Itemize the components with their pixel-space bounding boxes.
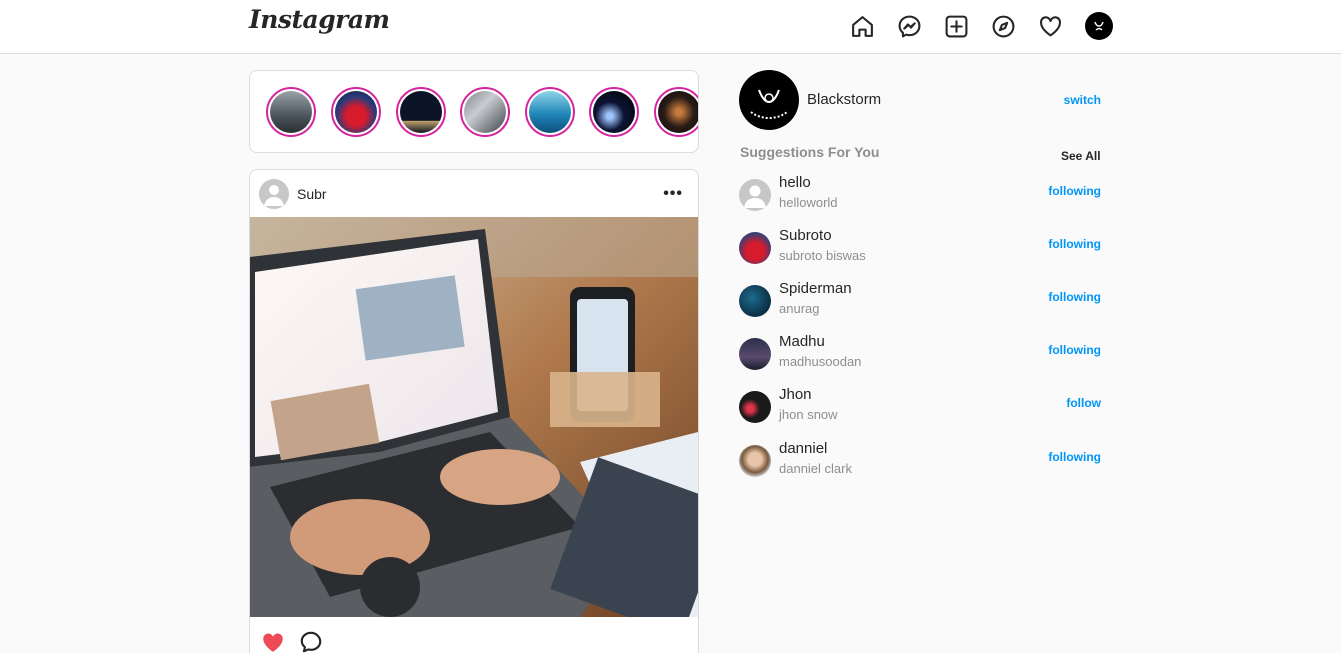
suggestion-subtitle: anurag [779,301,820,316]
suggestion-row: Subroto subroto biswas following [739,227,1101,271]
suggestion-subtitle: jhon snow [779,407,838,422]
profile-avatar[interactable] [1085,12,1113,40]
post-image[interactable] [250,217,698,617]
suggestion-name[interactable]: Spiderman [779,280,852,297]
post-header: Subr ••• [250,170,698,217]
post-avatar[interactable] [259,178,289,209]
comment-icon[interactable] [298,629,324,653]
suggestion-avatar[interactable] [739,338,771,370]
current-user-name[interactable]: Blackstorm [807,91,881,108]
suggestion-avatar[interactable] [739,445,771,477]
current-user-avatar[interactable] [739,70,799,130]
like-heart-icon[interactable] [260,629,286,653]
follow-toggle-button[interactable]: following [1048,290,1101,304]
follow-toggle-button[interactable]: follow [1066,396,1101,410]
story-item[interactable] [396,87,446,137]
heart-icon[interactable] [1038,14,1063,39]
suggestion-row: Madhu madhusoodan following [739,333,1101,377]
follow-toggle-button[interactable]: following [1048,450,1101,464]
story-item[interactable] [266,87,316,137]
suggestion-row: Jhon jhon snow follow [739,386,1101,430]
switch-account-button[interactable]: switch [1064,93,1101,107]
suggestion-row: hello helloworld following [739,174,1101,218]
suggestion-name[interactable]: Jhon [779,386,812,403]
suggestion-name[interactable]: hello [779,174,811,191]
story-item[interactable] [460,87,510,137]
nav-icons [850,12,1113,40]
story-item[interactable] [525,87,575,137]
suggestion-name[interactable]: Madhu [779,333,825,350]
story-item[interactable] [589,87,639,137]
messenger-icon[interactable] [897,14,922,39]
suggestion-name[interactable]: Subroto [779,227,832,244]
new-post-icon[interactable] [944,14,969,39]
follow-toggle-button[interactable]: following [1048,184,1101,198]
post-actions [250,617,698,653]
suggestion-avatar[interactable] [739,285,771,317]
suggestion-subtitle: helloworld [779,195,838,210]
current-user-card: Blackstorm switch [739,70,1101,130]
suggestion-row: danniel danniel clark following [739,440,1101,484]
suggestion-name[interactable]: danniel [779,440,827,457]
story-item[interactable] [654,87,698,137]
see-all-button[interactable]: See All [1061,149,1101,163]
suggestion-subtitle: subroto biswas [779,248,866,263]
suggestion-avatar[interactable] [739,179,771,211]
suggestion-avatar[interactable] [739,232,771,264]
post-username[interactable]: Subr [297,186,327,202]
instagram-logo[interactable]: Instagram [249,5,390,34]
follow-toggle-button[interactable]: following [1048,343,1101,357]
home-icon[interactable] [850,14,875,39]
follow-toggle-button[interactable]: following [1048,237,1101,251]
suggestion-subtitle: danniel clark [779,461,852,476]
suggestion-subtitle: madhusoodan [779,354,862,369]
suggestions-title: Suggestions For You [740,144,880,160]
stories-tray [249,70,699,153]
feed-post: Subr ••• [249,169,699,653]
more-options-icon[interactable]: ••• [663,185,689,203]
suggestion-avatar[interactable] [739,391,771,423]
explore-icon[interactable] [991,14,1016,39]
story-item[interactable] [331,87,381,137]
top-navbar: Instagram [0,0,1341,54]
suggestion-row: Spiderman anurag following [739,280,1101,324]
